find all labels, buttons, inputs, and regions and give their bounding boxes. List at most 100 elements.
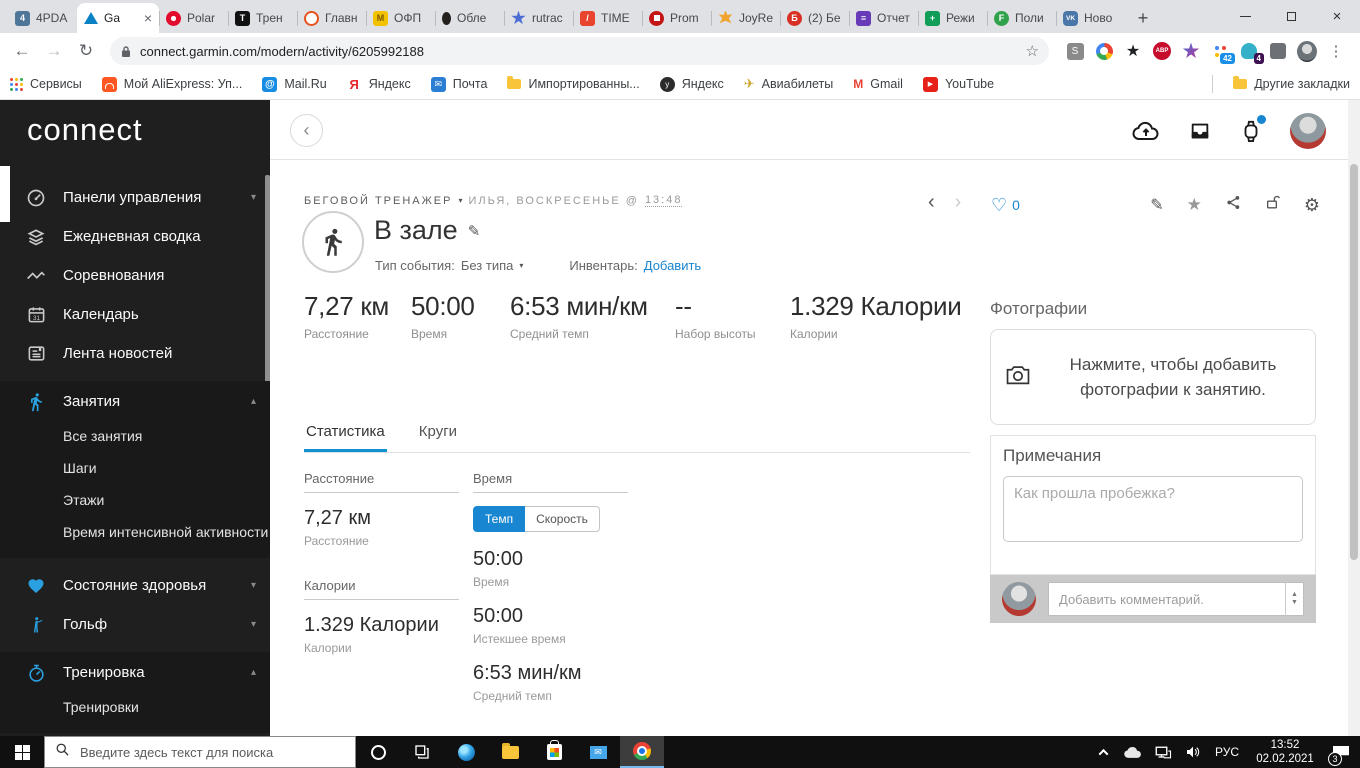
page-scrollbar-thumb[interactable]: [1350, 164, 1358, 560]
activity-time[interactable]: 13:48: [644, 194, 683, 207]
cortana-button[interactable]: [356, 736, 400, 768]
browser-tab[interactable]: T Трен: [228, 3, 297, 33]
prev-activity-icon[interactable]: ‹: [928, 191, 935, 214]
colorstar-extension-icon[interactable]: [1181, 41, 1201, 61]
likes[interactable]: ♡ 0: [991, 196, 1020, 214]
bookmark-mailru[interactable]: @ Mail.Ru: [262, 76, 327, 92]
ghost-extension-icon[interactable]: 4: [1239, 41, 1264, 64]
bookmark-youtube[interactable]: ▶ YouTube: [922, 76, 994, 92]
chevron-down-icon[interactable]: ▾: [458, 196, 462, 205]
sidebar-subitem-steps[interactable]: Шаги: [0, 452, 270, 484]
sidebar-left-scrollbar-thumb[interactable]: [0, 166, 10, 222]
back-button[interactable]: ←: [8, 37, 36, 65]
favorite-star-icon[interactable]: ★: [1187, 195, 1202, 215]
bookmark-aliexpress[interactable]: Мой AliExpress: Уп...: [101, 76, 242, 92]
tab-laps[interactable]: Круги: [417, 417, 459, 452]
sidebar-subitem-floors[interactable]: Этажи: [0, 484, 270, 516]
browser-tab[interactable]: rutrac: [504, 3, 573, 33]
window-minimize-button[interactable]: [1222, 0, 1268, 33]
browser-tab-active[interactable]: Ga ×: [77, 3, 159, 33]
sidebar-item-golf[interactable]: Гольф ▾: [0, 605, 270, 644]
spin-down-icon[interactable]: ▼: [1291, 599, 1298, 607]
inventory-add-link[interactable]: Добавить: [644, 258, 701, 273]
toggle-speed-button[interactable]: Скорость: [525, 506, 600, 532]
comment-spinner[interactable]: ▲ ▼: [1285, 582, 1303, 616]
taskbar-clock[interactable]: 13:52 02.02.2021: [1248, 738, 1322, 767]
volume-icon[interactable]: [1180, 736, 1206, 768]
bookmark-services[interactable]: Сервисы: [10, 77, 82, 91]
other-bookmarks[interactable]: Другие закладки: [1233, 76, 1350, 91]
tab-statistics[interactable]: Статистика: [304, 417, 387, 452]
sidebar-item-activities[interactable]: Занятия ▴: [0, 383, 270, 420]
toggle-pace-button[interactable]: Темп: [473, 506, 526, 532]
task-view-button[interactable]: [400, 736, 444, 768]
comment-input[interactable]: [1049, 591, 1285, 607]
address-bar[interactable]: ☆: [110, 37, 1049, 65]
page-scrollbar[interactable]: [1348, 100, 1360, 736]
sidebar-item-calendar[interactable]: 31 Календарь: [0, 295, 270, 334]
bookmark-star-icon[interactable]: ☆: [1026, 42, 1039, 60]
action-center-button[interactable]: 3: [1326, 736, 1356, 768]
activity-type-label[interactable]: БЕГОВОЙ ТРЕНАЖЕР: [304, 195, 452, 207]
browser-tab[interactable]: F Поли: [987, 3, 1056, 33]
start-button[interactable]: [0, 736, 44, 768]
event-type-value[interactable]: Без типа: [461, 258, 514, 273]
edge-button[interactable]: [444, 736, 488, 768]
puzzle-extensions-icon[interactable]: [1268, 41, 1288, 61]
browser-tab[interactable]: + Режи: [918, 3, 987, 33]
new-tab-button[interactable]: +: [1129, 4, 1157, 32]
bookmark-yandex2[interactable]: y Яндекс: [659, 76, 724, 92]
forward-button[interactable]: →: [40, 37, 68, 65]
star-extension-icon[interactable]: ★: [1123, 41, 1143, 61]
store-button[interactable]: [532, 736, 576, 768]
bookmark-pochta[interactable]: ✉ Почта: [430, 76, 487, 92]
close-tab-icon[interactable]: ×: [144, 10, 152, 26]
window-close-button[interactable]: ×: [1314, 0, 1360, 33]
browser-tab[interactable]: / TIME: [573, 3, 642, 33]
language-indicator[interactable]: РУС: [1210, 736, 1244, 768]
gear-icon[interactable]: ⚙: [1304, 195, 1320, 216]
tasks-extension-icon[interactable]: 42: [1210, 41, 1235, 64]
user-avatar[interactable]: [1290, 113, 1326, 149]
taskbar-search[interactable]: [44, 736, 356, 768]
next-activity-icon[interactable]: ›: [955, 191, 962, 214]
browser-tab[interactable]: Обле: [435, 3, 504, 33]
sidebar-item-daily-summary[interactable]: Ежедневная сводка: [0, 217, 270, 256]
hidden-icons-button[interactable]: [1090, 736, 1116, 768]
url-input[interactable]: [140, 43, 1018, 59]
onedrive-cloud-icon[interactable]: [1120, 736, 1146, 768]
taskbar-search-input[interactable]: [80, 744, 345, 760]
upload-cloud-icon[interactable]: [1132, 120, 1160, 142]
privacy-lock-icon[interactable]: [1265, 194, 1281, 216]
sidebar-item-competitions[interactable]: Соревнования: [0, 256, 270, 295]
connect-logo[interactable]: connect: [27, 112, 143, 148]
browser-tab[interactable]: Главн: [297, 3, 366, 33]
device-watch-icon[interactable]: [1240, 115, 1266, 144]
chrome-button[interactable]: [620, 736, 664, 768]
mail-button[interactable]: ✉: [576, 736, 620, 768]
inbox-icon[interactable]: [1188, 120, 1212, 142]
sidebar-item-dashboards[interactable]: Панели управления ▾: [0, 178, 270, 217]
notes-textarea[interactable]: [1003, 476, 1303, 542]
window-maximize-button[interactable]: [1268, 0, 1314, 33]
extension-s-icon[interactable]: S: [1065, 41, 1085, 61]
reload-button[interactable]: ↻: [72, 37, 100, 65]
sidebar-subitem-all-activities[interactable]: Все занятия: [0, 420, 270, 452]
browser-menu-icon[interactable]: ⋮: [1326, 41, 1346, 61]
browser-tab[interactable]: Б (2) Бе: [780, 3, 849, 33]
network-icon[interactable]: [1150, 736, 1176, 768]
file-explorer-button[interactable]: [488, 736, 532, 768]
edit-pencil-icon[interactable]: ✎: [1150, 195, 1163, 215]
sidebar-item-newsfeed[interactable]: Лента новостей: [0, 334, 270, 373]
browser-tab[interactable]: VK Ново: [1056, 3, 1125, 33]
bookmark-yandex[interactable]: Я Яндекс: [347, 77, 411, 92]
page-back-button[interactable]: ‹: [290, 114, 323, 147]
edit-title-pencil-icon[interactable]: ✎: [468, 222, 481, 240]
browser-tab[interactable]: ≡ Отчет: [849, 3, 918, 33]
bookmark-imported[interactable]: Импортированны...: [507, 76, 640, 91]
add-photos-box[interactable]: Нажмите, чтобы добавить фотографии к зан…: [990, 329, 1316, 425]
chevron-down-icon[interactable]: ▾: [519, 261, 523, 270]
bookmark-gmail[interactable]: M Gmail: [853, 77, 903, 91]
browser-tab[interactable]: Prom: [642, 3, 711, 33]
sidebar-item-training[interactable]: Тренировка ▴: [0, 654, 270, 691]
